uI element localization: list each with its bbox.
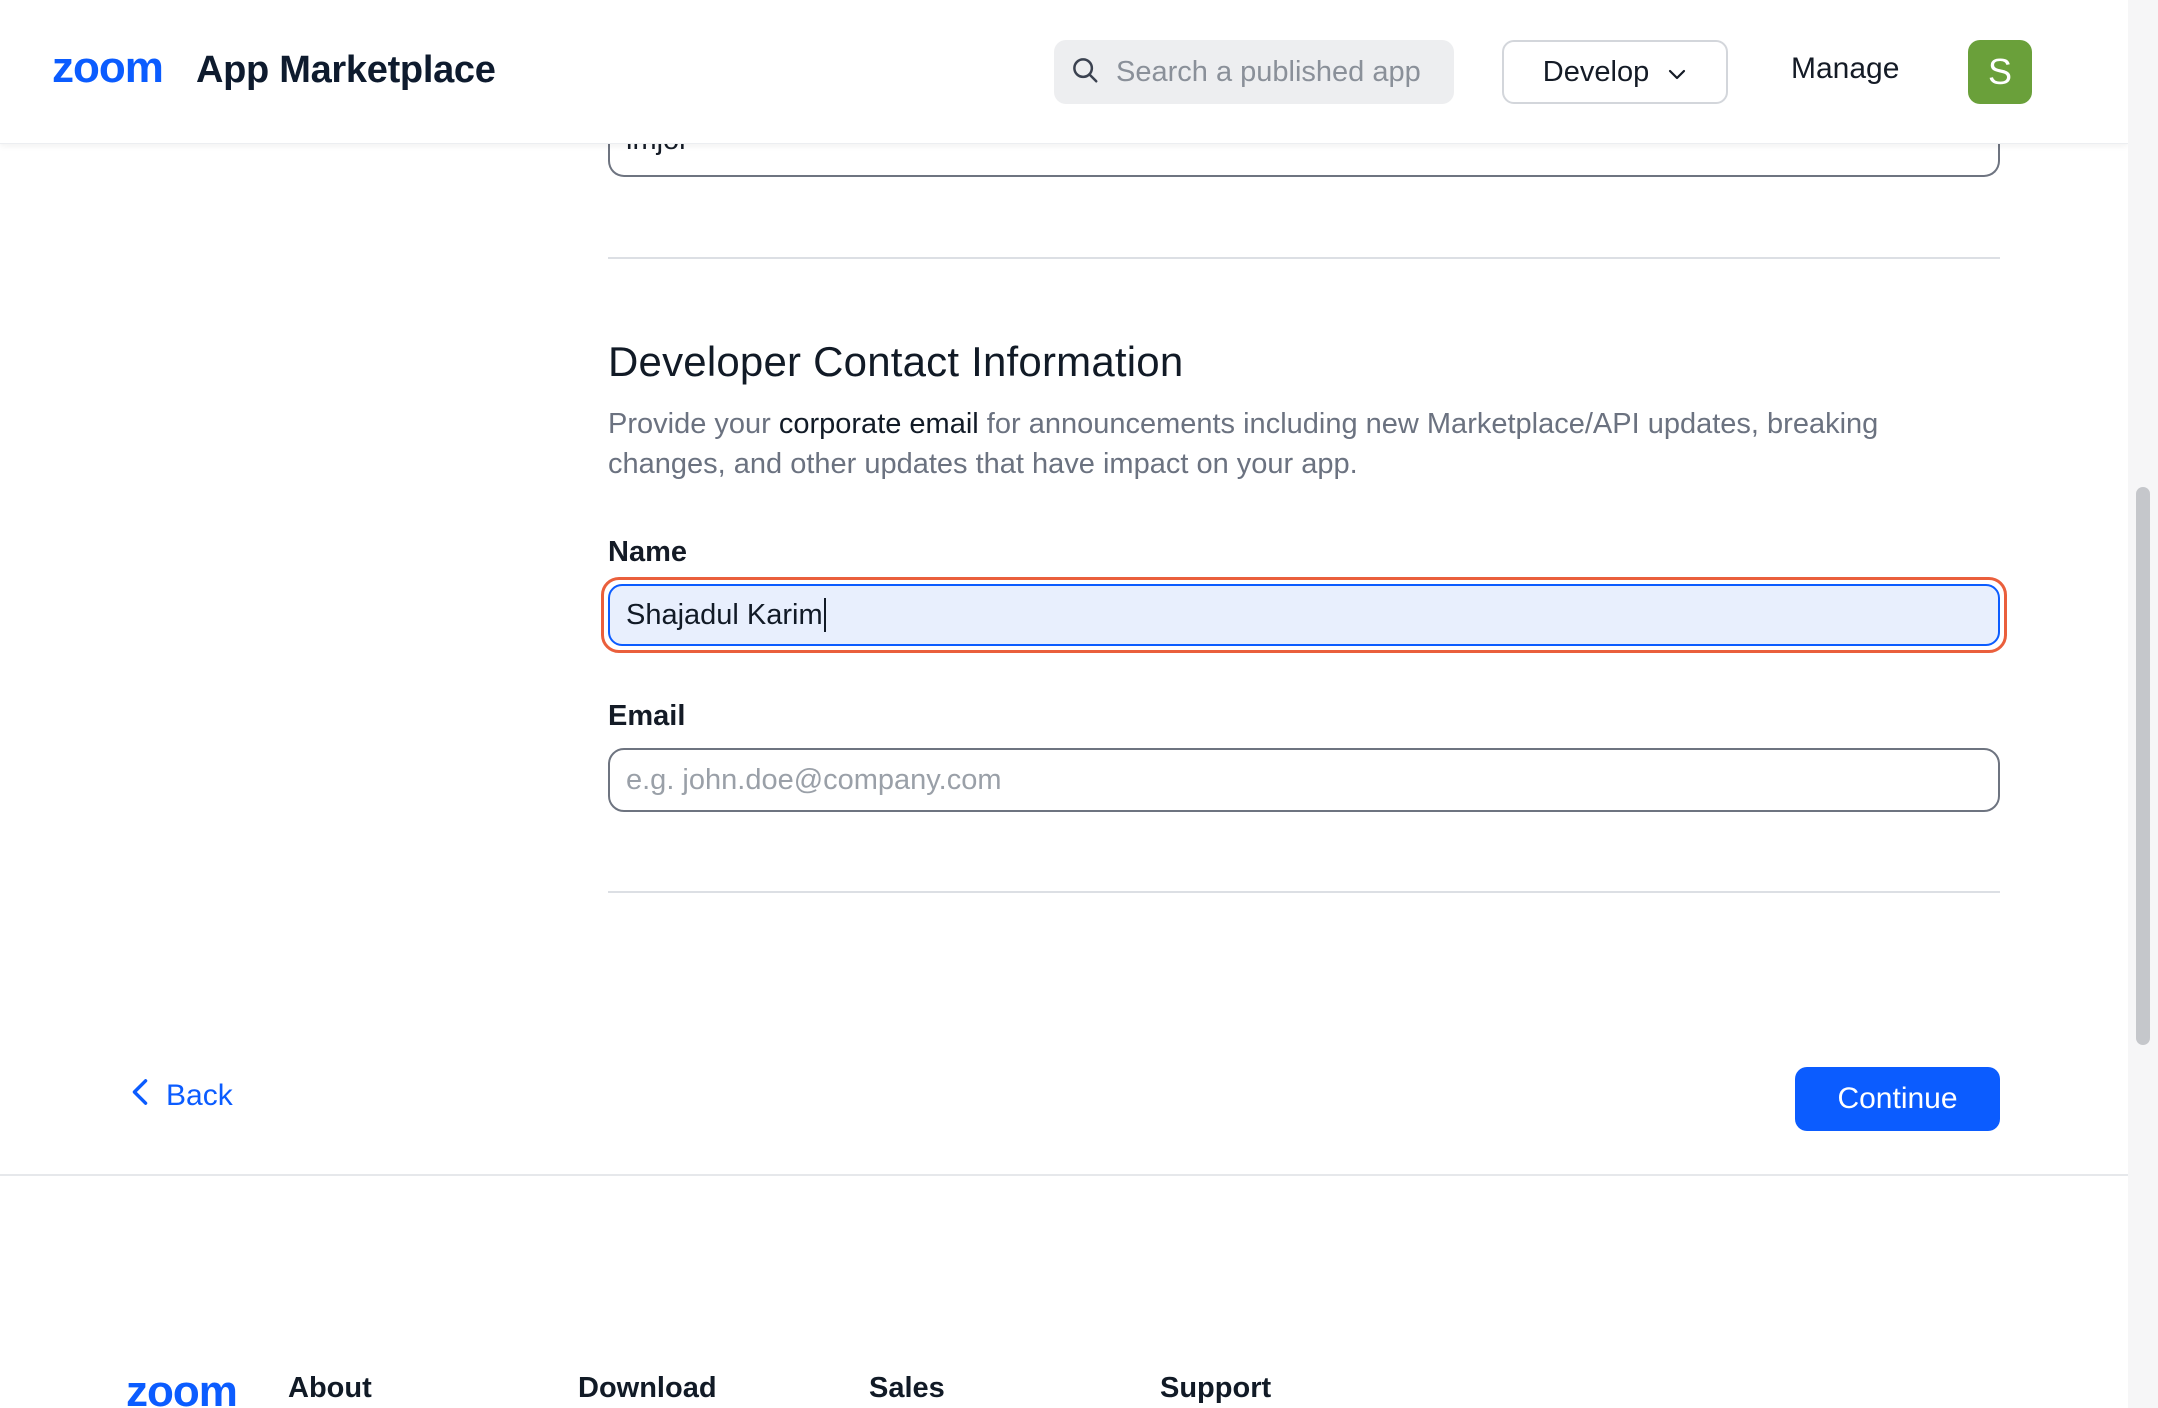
develop-dropdown[interactable]: Develop: [1502, 40, 1728, 104]
name-value: Shajadul Karim: [626, 598, 823, 631]
scrollbar-thumb[interactable]: [2136, 487, 2150, 1045]
text-caret: [823, 598, 826, 632]
search-input[interactable]: [1116, 55, 1436, 89]
search-box[interactable]: [1054, 40, 1454, 104]
footer-sales[interactable]: Sales: [869, 1372, 945, 1405]
section-divider-bottom: [608, 891, 2000, 893]
footer-download[interactable]: Download: [578, 1372, 717, 1405]
svg-text:zoom: zoom: [126, 1372, 237, 1408]
back-label: Back: [166, 1079, 233, 1112]
footer-zoom-logo[interactable]: zoom: [126, 1367, 254, 1408]
description-prefix: Provide your: [608, 408, 779, 440]
chevron-left-icon: [128, 1078, 152, 1114]
email-field[interactable]: e.g. john.doe@company.com: [608, 748, 2000, 812]
name-label: Name: [608, 536, 687, 568]
continue-button[interactable]: Continue: [1795, 1067, 2000, 1131]
description-emphasis: corporate email: [778, 408, 979, 440]
back-button[interactable]: Back: [128, 1078, 233, 1114]
section-description: Provide your corporate email for announc…: [608, 404, 2000, 484]
section-divider: [608, 257, 2000, 259]
chevron-down-icon: [1667, 56, 1687, 89]
avatar[interactable]: S: [1968, 40, 2032, 104]
brand[interactable]: zoom App Marketplace: [52, 43, 496, 93]
footer-divider: [0, 1174, 2128, 1176]
name-field[interactable]: Shajadul Karim: [608, 584, 2000, 646]
section-title: Developer Contact Information: [608, 338, 1184, 385]
footer-about[interactable]: About: [288, 1372, 372, 1405]
email-placeholder: e.g. john.doe@company.com: [626, 763, 1002, 796]
email-label: Email: [608, 700, 686, 732]
footer-support[interactable]: Support: [1160, 1372, 1271, 1405]
search-icon: [1070, 55, 1100, 90]
manage-link[interactable]: Manage: [1791, 52, 1899, 86]
top-header: zoom App Marketplace Develop Manage S: [0, 0, 2128, 144]
page: imjoi Developer Contact Information Prov…: [0, 0, 2158, 1408]
develop-label: Develop: [1542, 55, 1650, 88]
app-marketplace-title: App Marketplace: [196, 49, 496, 91]
zoom-logo: zoom: [52, 43, 178, 93]
svg-text:zoom: zoom: [52, 48, 163, 88]
